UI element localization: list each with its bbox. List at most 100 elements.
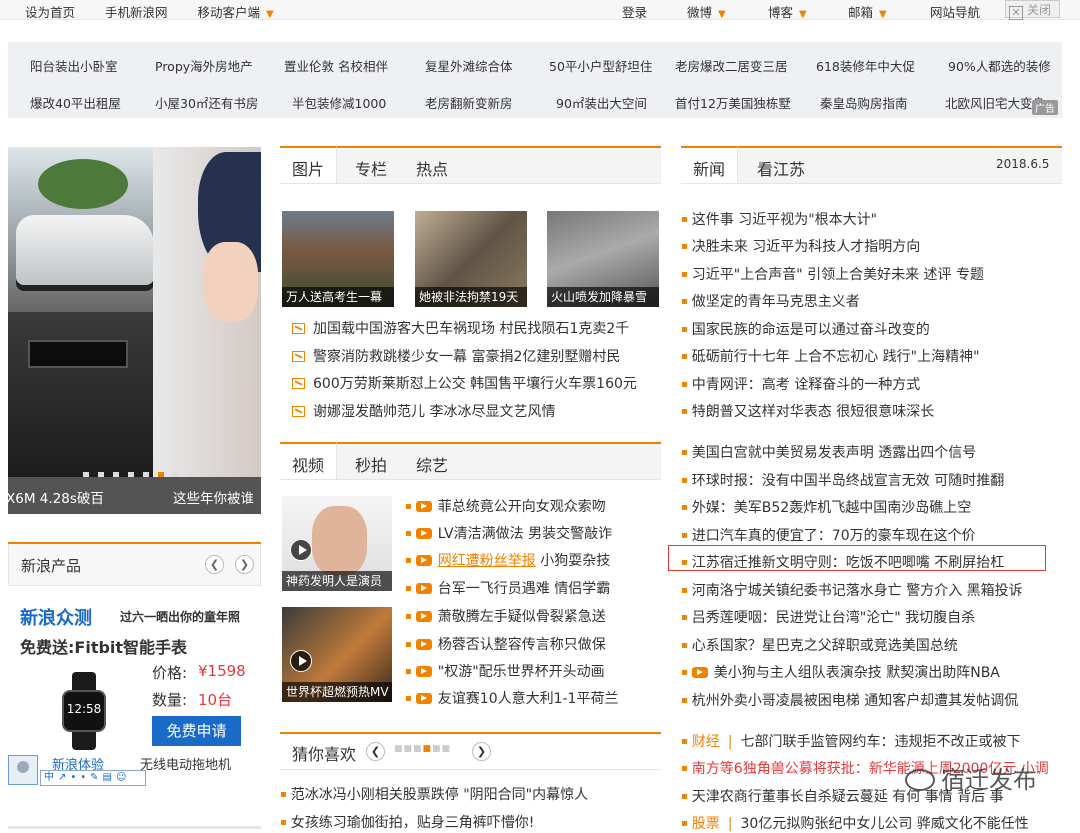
ad-link[interactable]: 90㎡装出大空间 <box>556 93 647 112</box>
news-link[interactable]: 江苏宿迁推新文明守则：吃饭不吧唧嘴 不刷屏抬杠 <box>692 555 1004 571</box>
guess-news-item[interactable]: ▪ 女孩练习瑜伽街拍，贴身三角裤吓懵你! <box>280 812 534 832</box>
news-link[interactable]: 南方等6独角兽公募将获批： <box>692 761 869 777</box>
news-item[interactable]: ▪ 外媒：美军B52轰炸机飞越中国南沙岛礁上空 <box>681 497 971 517</box>
news-item[interactable]: ▪ 吕秀莲哽咽：民进党让台湾"沦亡" 我切腹自杀 <box>681 607 975 627</box>
news-item[interactable]: ▪ 进口汽车真的便宜了：70万的豪车现在这个价 <box>681 525 976 545</box>
tab-pictures[interactable]: 图片 <box>280 146 338 183</box>
news-link[interactable]: 杨蓉否认整容传言称只做保 <box>438 637 606 653</box>
news-link[interactable]: 这件事 习近平视为"根本大计" <box>692 212 877 228</box>
news-link[interactable]: 外媒：美军B52轰炸机飞越中国南沙岛礁上空 <box>692 500 971 516</box>
tab-variety[interactable]: 综艺 <box>416 452 448 476</box>
news-link[interactable]: 习近平"上合声音" 引领上合美好未来 述评 专题 <box>692 267 984 283</box>
ad-link[interactable]: 618装修年中大促 <box>816 56 915 75</box>
news-link[interactable]: 特朗普又这样对华表态 很短很意味深长 <box>692 404 934 420</box>
mail-menu[interactable]: 邮箱 ▼ <box>848 2 887 21</box>
news-item[interactable]: ▪ 习近平"上合声音" 引领上合美好未来 述评 专题 <box>681 264 984 284</box>
ad-link[interactable]: 90%人都选的装修 <box>948 56 1051 75</box>
video-thumb[interactable]: 世界杯超燃预热MV <box>282 607 392 702</box>
apply-button[interactable]: 免费申请 <box>152 716 241 746</box>
slide-caption-left[interactable]: X6M 4.28s破百 <box>8 487 104 507</box>
video-news-item[interactable]: ▪ 友谊赛10人意大利1-1平荷兰 <box>405 688 618 708</box>
news-link[interactable]: 30亿元拟购张纪中女儿公司 骅威文化不能任性 <box>741 816 1029 832</box>
video-news-item[interactable]: ▪ 杨蓉否认整容传言称只做保 <box>405 634 606 654</box>
next-arrow-icon[interactable]: ❯ <box>472 742 491 761</box>
photo-slideshow[interactable]: X6M 4.28s破百 这些年你被谁 <box>8 147 261 514</box>
news-link[interactable]: LV清洁满做法 男装交警敲诈 <box>438 526 612 542</box>
news-link-hover[interactable]: 网红遭粉丝举报 <box>438 553 536 569</box>
news-item[interactable]: ▪ 决胜未来 习近平为科技人才指明方向 <box>681 236 920 256</box>
mobile-sina-link[interactable]: 手机新浪网 <box>105 5 168 20</box>
news-link[interactable]: 中青网评：高考 诠释奋斗的一种方式 <box>692 377 920 393</box>
news-item[interactable]: ▪ 这件事 习近平视为"根本大计" <box>681 209 877 229</box>
ad-link[interactable]: 半包装修减1000 <box>292 93 386 112</box>
news-link[interactable]: 七部门联手监管网约车：违规拒不改正或被下 <box>741 734 1021 750</box>
news-link[interactable]: 进口汽车真的便宜了：70万的豪车现在这个价 <box>692 528 976 544</box>
news-link[interactable]: 美国白宫就中美贸易发表声明 透露出四个信号 <box>692 445 976 461</box>
news-link[interactable]: 菲总统竟公开向女观众索吻 <box>438 499 606 515</box>
news-item[interactable]: ▪ 特朗普又这样对华表态 很短很意味深长 <box>681 401 934 421</box>
news-link[interactable]: 美小狗与主人组队表演杂技 默契演出助阵NBA <box>714 665 1000 681</box>
tab-video[interactable]: 视频 <box>280 442 338 479</box>
news-link[interactable]: 范冰冰冯小刚相关股票跌停 "阴阳合同"内幕惊人 <box>291 787 588 803</box>
news-item[interactable]: ▪ 财经 | 七部门联手监管网约车：违规拒不改正或被下 <box>681 731 1021 751</box>
watch-image[interactable]: 12:58 <box>60 672 108 750</box>
news-item[interactable]: ▪ 杭州外卖小哥凌晨被困电梯 通知客户却遭其发帖调侃 <box>681 690 1018 710</box>
tab-news[interactable]: 新闻 <box>681 146 739 183</box>
video-news-item[interactable]: ▪ 台军一飞行员遇难 情侣学霸 <box>405 578 610 598</box>
ad-link[interactable]: 爆改40平出租屋 <box>30 93 121 112</box>
ad-link[interactable]: 置业伦敦 名校相伴 <box>284 56 388 75</box>
ime-toolbar-bar[interactable]: 中↗••✎▤☺ <box>40 770 146 786</box>
news-item[interactable]: ▪ 国家民族的命运是可以通过奋斗改变的 <box>681 319 930 339</box>
news-link[interactable]: 河南洛宁城关镇纪委书记落水身亡 警方介入 黑箱投诉 <box>692 583 1023 599</box>
prev-arrow-icon[interactable]: ❮ <box>366 742 385 761</box>
category-tag[interactable]: 财经 <box>692 734 720 750</box>
ad-link[interactable]: 小屋30㎡还有书房 <box>155 93 258 112</box>
tab-miaopai[interactable]: 秒拍 <box>355 452 387 476</box>
news-link[interactable]: "权游"配乐世界杯开头动画 <box>438 664 605 680</box>
news-item[interactable]: ▪ 河南洛宁城关镇纪委书记落水身亡 警方介入 黑箱投诉 <box>681 580 1023 600</box>
ad-link[interactable]: 复星外滩综合体 <box>425 56 513 75</box>
news-link[interactable]: 萧敬腾左手疑似骨裂紧急送 <box>438 609 606 625</box>
tab-hot[interactable]: 热点 <box>416 156 448 180</box>
news-link[interactable]: 做坚定的青年马克思主义者 <box>692 294 860 310</box>
photo-news-item[interactable]: 600万劳斯莱斯怼上公交 韩国售平壤行火车票160元 <box>292 373 637 393</box>
photo-news-item[interactable]: 加国载中国游客大巴车祸现场 村民找陨石1克卖2千 <box>292 318 629 338</box>
news-link[interactable]: 加国载中国游客大巴车祸现场 村民找陨石1克卖2千 <box>313 321 629 337</box>
news-item[interactable]: ▪ 做坚定的青年马克思主义者 <box>681 291 860 311</box>
product-title[interactable]: 免费送:Fitbit智能手表 <box>20 634 187 658</box>
news-link[interactable]: 友谊赛10人意大利1-1平荷兰 <box>438 691 619 707</box>
news-item[interactable]: ▪ 股票 | 30亿元拟购张纪中女儿公司 骅威文化不能任性 <box>681 813 1029 833</box>
news-link[interactable]: 吕秀莲哽咽：民进党让台湾"沦亡" 我切腹自杀 <box>692 610 975 626</box>
news-link[interactable]: 谢娜湿发酷帅范儿 李冰冰尽显文艺风情 <box>313 404 555 420</box>
news-item-highlighted[interactable]: ▪ 江苏宿迁推新文明守则：吃饭不吧唧嘴 不刷屏抬杠 <box>681 552 1004 572</box>
category-tag[interactable]: 股票 <box>692 816 720 832</box>
video-news-item[interactable]: ▪ LV清洁满做法 男装交警敲诈 <box>405 523 612 543</box>
ime-avatar-icon[interactable] <box>8 755 38 785</box>
input-method-toolbar[interactable]: 中↗••✎▤☺ <box>8 755 146 787</box>
zhongce-logo[interactable]: 新浪众测 <box>20 604 92 630</box>
news-link[interactable]: 台军一飞行员遇难 情侣学霸 <box>438 581 610 597</box>
ad-link[interactable]: 50平小户型舒坦住 <box>549 56 652 75</box>
play-icon[interactable] <box>290 539 312 561</box>
ad-link[interactable]: Propy海外房地产 <box>155 56 253 75</box>
product-footer-right[interactable]: 无线电动拖地机 <box>140 754 231 773</box>
guess-news-item[interactable]: ▪ 范冰冰冯小刚相关股票跌停 "阴阳合同"内幕惊人 <box>280 784 588 804</box>
mobile-client-menu[interactable]: 移动客户端 ▼ <box>198 5 274 20</box>
tab-jiangsu[interactable]: 看江苏 <box>757 156 805 180</box>
news-link[interactable]: 国家民族的命运是可以通过奋斗改变的 <box>692 322 930 338</box>
video-news-item[interactable]: ▪ "权游"配乐世界杯开头动画 <box>405 661 605 681</box>
login-link[interactable]: 登录 <box>622 2 647 21</box>
photo-news-item[interactable]: 谢娜湿发酷帅范儿 李冰冰尽显文艺风情 <box>292 401 555 421</box>
blog-menu[interactable]: 博客 ▼ <box>768 2 807 21</box>
news-item[interactable]: ▪ 美国白宫就中美贸易发表声明 透露出四个信号 <box>681 442 976 462</box>
video-news-item[interactable]: ▪ 菲总统竟公开向女观众索吻 <box>405 496 606 516</box>
news-link[interactable]: 600万劳斯莱斯怼上公交 韩国售平壤行火车票160元 <box>313 376 637 392</box>
news-link[interactable]: 杭州外卖小哥凌晨被困电梯 通知客户却遭其发帖调侃 <box>692 693 1018 709</box>
ad-link[interactable]: 老房爆改二居变三居 <box>675 56 788 75</box>
photo-item[interactable]: 万人送高考生一幕 <box>282 211 394 307</box>
next-arrow-icon[interactable]: ❯ <box>235 555 254 574</box>
ad-link[interactable]: 首付12万美国独栋墅 <box>675 93 791 112</box>
ad-link[interactable]: 老房翻新变新房 <box>425 93 513 112</box>
news-item[interactable]: ▪ 心系国家？星巴克之父辞职或竞选美国总统 <box>681 635 958 655</box>
news-item[interactable]: ▪ 美小狗与主人组队表演杂技 默契演出助阵NBA <box>681 662 1000 682</box>
